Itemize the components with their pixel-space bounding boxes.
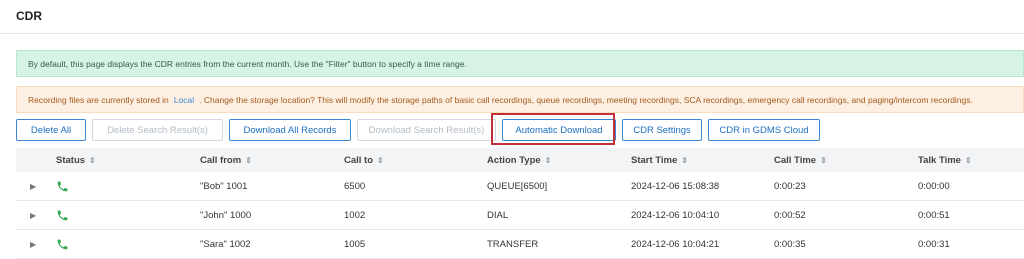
call-from-cell: "John" 1000 [200, 209, 252, 221]
cdr-settings-button[interactable]: CDR Settings [622, 119, 702, 141]
call-to-cell: 6500 [344, 180, 366, 192]
expand-caret-icon[interactable]: ▶ [30, 201, 36, 229]
call-to-cell: 1005 [344, 238, 366, 250]
sort-arrows-icon[interactable]: ⇕ [545, 156, 552, 165]
sort-arrows-icon[interactable]: ⇕ [89, 156, 96, 165]
page-title: CDR [16, 9, 42, 23]
cdr-table: Status ⇕ Call from ⇕ Call to ⇕ Action Type ⇕… [16, 148, 1024, 259]
storage-notice-prefix: Recording files are currently stored in [28, 94, 169, 105]
header-call-from[interactable]: Call from ⇕ [200, 148, 252, 172]
delete-all-button[interactable]: Delete All [16, 119, 86, 141]
action-type-cell: QUEUE[6500] [487, 180, 548, 192]
call-to-cell: 1002 [344, 209, 366, 221]
start-time-cell: 2024-12-06 10:04:21 [631, 238, 720, 250]
sort-arrows-icon[interactable]: ⇕ [245, 156, 252, 165]
phone-icon [56, 172, 69, 200]
talk-time-cell: 0:00:31 [918, 238, 950, 250]
sort-arrows-icon[interactable]: ⇕ [965, 156, 972, 165]
header-start-time[interactable]: Start Time ⇕ [631, 148, 688, 172]
call-from-cell: "Sara" 1002 [200, 238, 251, 250]
info-notice: By default, this page displays the CDR e… [16, 50, 1024, 77]
storage-location-link[interactable]: Local [174, 95, 194, 105]
highlight-box [491, 113, 615, 145]
talk-time-cell: 0:00:51 [918, 209, 950, 221]
cdr-gdms-cloud-button[interactable]: CDR in GDMS Cloud [708, 119, 820, 141]
table-row[interactable]: ▶ "Bob" 1001 6500 QUEUE[6500] 2024-12-06… [16, 172, 1024, 201]
expand-caret-icon[interactable]: ▶ [30, 230, 36, 258]
info-notice-text: By default, this page displays the CDR e… [28, 58, 467, 69]
talk-time-cell: 0:00:00 [918, 180, 950, 192]
download-all-records-button[interactable]: Download All Records [229, 119, 351, 141]
table-row[interactable]: ▶ "Sara" 1002 1005 TRANSFER 2024-12-06 1… [16, 230, 1024, 259]
storage-notice: Recording files are currently stored in … [16, 86, 1024, 113]
header-status[interactable]: Status ⇕ [56, 148, 96, 172]
start-time-cell: 2024-12-06 10:04:10 [631, 209, 720, 221]
sort-arrows-icon[interactable]: ⇕ [820, 156, 827, 165]
call-time-cell: 0:00:35 [774, 238, 806, 250]
phone-icon [56, 201, 69, 229]
expand-caret-icon[interactable]: ▶ [30, 172, 36, 200]
start-time-cell: 2024-12-06 15:08:38 [631, 180, 720, 192]
title-divider [0, 33, 1024, 34]
call-time-cell: 0:00:23 [774, 180, 806, 192]
call-from-cell: "Bob" 1001 [200, 180, 248, 192]
header-talk-time[interactable]: Talk Time ⇕ [918, 148, 972, 172]
action-type-cell: DIAL [487, 209, 509, 221]
download-search-results-button[interactable]: Download Search Result(s) [357, 119, 496, 141]
storage-notice-suffix: . Change the storage location? This will… [199, 94, 973, 105]
header-action-type[interactable]: Action Type ⇕ [487, 148, 551, 172]
header-call-to[interactable]: Call to ⇕ [344, 148, 384, 172]
call-time-cell: 0:00:52 [774, 209, 806, 221]
action-type-cell: TRANSFER [487, 238, 539, 250]
table-row[interactable]: ▶ "John" 1000 1002 DIAL 2024-12-06 10:04… [16, 201, 1024, 230]
delete-search-results-button[interactable]: Delete Search Result(s) [92, 119, 223, 141]
phone-icon [56, 230, 69, 258]
table-header: Status ⇕ Call from ⇕ Call to ⇕ Action Type ⇕… [16, 148, 1024, 172]
header-call-time[interactable]: Call Time ⇕ [774, 148, 827, 172]
toolbar: Delete All Delete Search Result(s) Downl… [16, 119, 820, 141]
sort-arrows-icon[interactable]: ⇕ [681, 156, 688, 165]
sort-arrows-icon[interactable]: ⇕ [377, 156, 384, 165]
